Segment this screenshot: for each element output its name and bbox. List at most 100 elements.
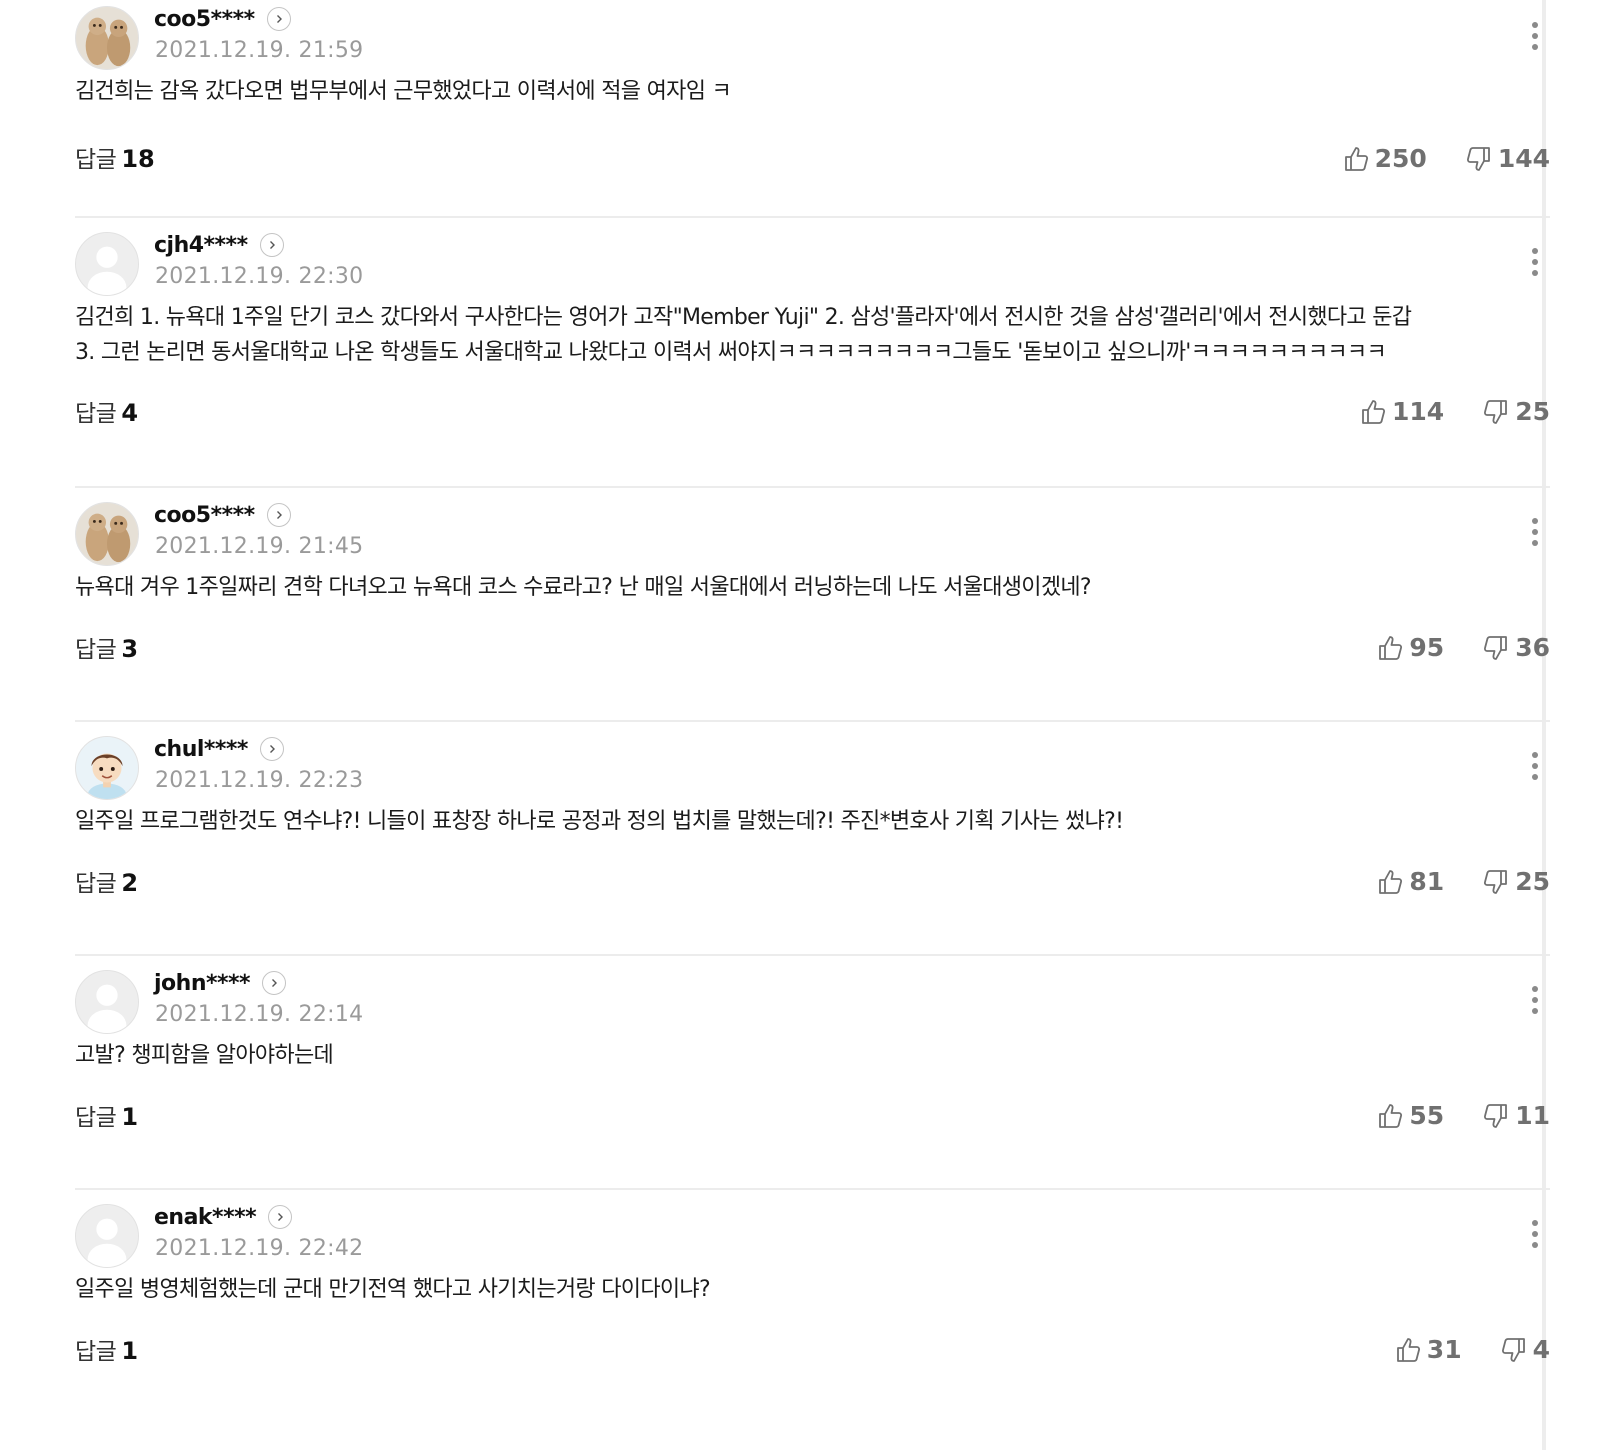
- chevron-right-icon[interactable]: [259, 737, 284, 761]
- more-options-icon[interactable]: [1520, 244, 1550, 280]
- comment-text-line: 일주일 병영체험했는데 군대 만기전역 했다고 사기치는거랑 다이다이냐?: [75, 1277, 711, 1302]
- thumbs-down-icon: [1466, 146, 1490, 171]
- chevron-right-icon[interactable]: [268, 1205, 293, 1229]
- dislike-count: 36: [1515, 633, 1550, 662]
- comment-text-line: 뉴욕대 겨우 1주일짜리 견학 다녀오고 뉴욕대 코스 수료라고? 난 매일 서…: [75, 575, 1092, 600]
- reply-count: 3: [121, 635, 139, 663]
- more-options-icon[interactable]: [1520, 1216, 1550, 1252]
- chevron-right-icon[interactable]: [259, 233, 284, 257]
- comment-text: 김건희는 감옥 갔다오면 법무부에서 근무했었다고 이력서에 적을 여자임 ㅋ: [75, 74, 1545, 109]
- reply-count: 2: [121, 869, 139, 897]
- comment-text: 고발? 챙피함을 알아야하는데: [75, 1038, 1545, 1073]
- thumbs-up-icon: [1379, 635, 1403, 660]
- dislike-button[interactable]: 25: [1482, 867, 1550, 896]
- reply-label: 답글: [75, 1339, 117, 1365]
- vote-row: 55 11: [1376, 1101, 1550, 1130]
- comment-item: enak**** 2021.12.19. 22:42 일주일 병영체험했는데 군…: [75, 1190, 1550, 1424]
- nickname[interactable]: john****: [154, 971, 251, 996]
- comment-timestamp: 2021.12.19. 22:14: [155, 1002, 364, 1027]
- like-button[interactable]: 81: [1376, 867, 1444, 896]
- reply-count: 1: [121, 1103, 139, 1131]
- default-avatar[interactable]: [75, 1204, 139, 1268]
- nickname[interactable]: coo5****: [154, 503, 255, 528]
- thumbs-up-icon: [1379, 869, 1403, 894]
- comment-text: 일주일 병영체험했는데 군대 만기전역 했다고 사기치는거랑 다이다이냐?: [75, 1272, 1545, 1307]
- chevron-right-icon[interactable]: [266, 503, 291, 527]
- nickname-row: chul****: [154, 734, 284, 764]
- comment-timestamp: 2021.12.19. 22:42: [155, 1236, 364, 1261]
- thumbs-down-icon: [1484, 869, 1508, 894]
- dislike-button[interactable]: 36: [1482, 633, 1550, 662]
- comment-timestamp: 2021.12.19. 22:30: [155, 264, 364, 289]
- nickname-row: coo5****: [154, 4, 291, 34]
- default-avatar[interactable]: [75, 232, 139, 296]
- like-button[interactable]: 114: [1359, 397, 1444, 426]
- dislike-button[interactable]: 11: [1482, 1101, 1550, 1130]
- comment-text-line: 3. 그런 논리면 동서울대학교 나온 학생들도 서울대학교 나왔다고 이력서 …: [75, 340, 1387, 365]
- comment-list: coo5**** 2021.12.19. 21:59 김건희는 감옥 갔다오면 …: [75, 0, 1550, 1424]
- comment-text-line: 김건희 1. 뉴욕대 1주일 단기 코스 갔다와서 구사한다는 영어가 고작"M…: [75, 305, 1412, 330]
- comment-text-line: 일주일 프로그램한것도 연수냐?! 니들이 표창장 하나로 공정과 정의 법치를…: [75, 809, 1124, 834]
- nickname-row: john****: [154, 968, 286, 998]
- nickname[interactable]: cjh4****: [154, 233, 248, 258]
- reply-button[interactable]: 답글 1: [75, 1332, 138, 1366]
- comment-timestamp: 2021.12.19. 22:23: [155, 768, 364, 793]
- reply-button[interactable]: 답글 4: [75, 394, 138, 428]
- cartoon-boy-avatar[interactable]: [75, 736, 139, 800]
- nickname[interactable]: enak****: [154, 1205, 257, 1230]
- thumbs-down-icon: [1484, 1103, 1508, 1128]
- like-count: 31: [1426, 1335, 1462, 1364]
- like-button[interactable]: 95: [1376, 633, 1444, 662]
- bear-photo-avatar[interactable]: [75, 6, 139, 70]
- like-button[interactable]: 31: [1394, 1335, 1462, 1364]
- comment-item: coo5**** 2021.12.19. 21:45 뉴욕대 겨우 1주일짜리 …: [75, 488, 1550, 722]
- reply-label: 답글: [75, 147, 117, 173]
- reply-button[interactable]: 답글 3: [75, 630, 138, 664]
- more-options-icon[interactable]: [1520, 748, 1550, 784]
- chevron-right-icon[interactable]: [262, 971, 286, 995]
- like-button[interactable]: 55: [1376, 1101, 1444, 1130]
- nickname[interactable]: coo5****: [154, 7, 255, 32]
- thumbs-down-icon: [1501, 1337, 1525, 1362]
- reply-button[interactable]: 답글 2: [75, 864, 138, 898]
- reply-count: 4: [121, 399, 139, 427]
- dislike-button[interactable]: 4: [1500, 1335, 1550, 1364]
- dislike-count: 25: [1515, 397, 1550, 426]
- like-count: 81: [1409, 867, 1445, 896]
- comment-item: coo5**** 2021.12.19. 21:59 김건희는 감옥 갔다오면 …: [75, 0, 1550, 218]
- thumbs-down-icon: [1484, 635, 1508, 660]
- like-count: 250: [1374, 144, 1427, 173]
- comment-text-line: 김건희는 감옥 갔다오면 법무부에서 근무했었다고 이력서에 적을 여자임 ㅋ: [75, 79, 732, 104]
- reply-label: 답글: [75, 401, 117, 427]
- reply-button[interactable]: 답글 1: [75, 1098, 138, 1132]
- reply-button[interactable]: 답글 18: [75, 140, 155, 174]
- more-options-icon[interactable]: [1520, 982, 1550, 1018]
- nickname-row: enak****: [154, 1202, 293, 1232]
- more-options-icon[interactable]: [1520, 18, 1550, 54]
- dislike-count: 11: [1515, 1101, 1550, 1130]
- comment-item: john**** 2021.12.19. 22:14 고발? 챙피함을 알아야하…: [75, 956, 1550, 1190]
- dislike-count: 25: [1515, 867, 1550, 896]
- comment-text: 일주일 프로그램한것도 연수냐?! 니들이 표창장 하나로 공정과 정의 법치를…: [75, 804, 1545, 839]
- more-options-icon[interactable]: [1520, 514, 1550, 550]
- reply-label: 답글: [75, 871, 117, 897]
- thumbs-up-icon: [1344, 146, 1368, 171]
- bear-photo-avatar[interactable]: [75, 502, 139, 566]
- nickname-row: coo5****: [154, 500, 291, 530]
- nickname-row: cjh4****: [154, 230, 284, 260]
- comment-timestamp: 2021.12.19. 21:59: [155, 38, 364, 63]
- thumbs-down-icon: [1484, 399, 1508, 424]
- nickname[interactable]: chul****: [154, 737, 248, 762]
- comment-item: chul**** 2021.12.19. 22:23 일주일 프로그램한것도 연…: [75, 722, 1550, 956]
- like-count: 95: [1409, 633, 1445, 662]
- reply-label: 답글: [75, 637, 117, 663]
- reply-count: 1: [121, 1337, 139, 1365]
- like-button[interactable]: 250: [1342, 144, 1427, 173]
- dislike-count: 144: [1497, 144, 1550, 173]
- dislike-button[interactable]: 144: [1465, 144, 1550, 173]
- dislike-button[interactable]: 25: [1482, 397, 1550, 426]
- default-avatar[interactable]: [75, 970, 139, 1034]
- like-count: 114: [1392, 397, 1445, 426]
- reply-label: 답글: [75, 1105, 117, 1131]
- chevron-right-icon[interactable]: [266, 7, 291, 31]
